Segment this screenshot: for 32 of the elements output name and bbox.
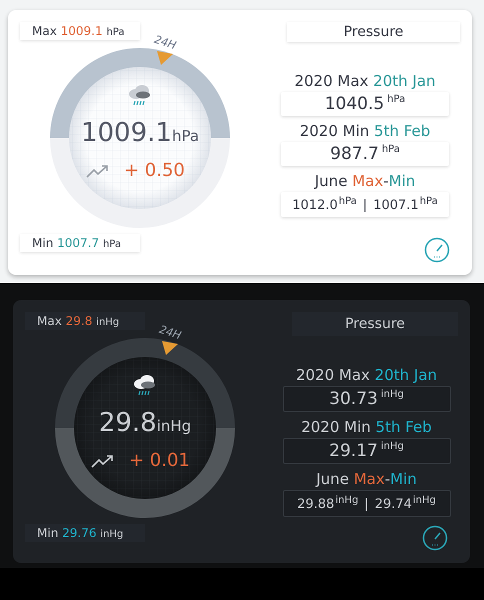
record-heading: 2020 Min 5th Feb	[300, 122, 430, 140]
max-reading: Max 1009.1 hPa	[20, 22, 140, 40]
pressure-change: + 0.50	[124, 160, 185, 181]
record-value: 1012.0$^{hPa}$ | 1007.1$^{hPa}$	[281, 192, 449, 218]
record-value: 987.7 $^{hPa}$	[281, 142, 449, 166]
record-heading: 2020 Min 5th Feb	[301, 418, 432, 436]
record-heading: 2020 Max 20th Jan	[296, 366, 438, 384]
trend-up-icon	[91, 454, 115, 468]
trend-up-icon	[86, 164, 110, 178]
min-reading: Min 29.76 inHg	[25, 524, 145, 542]
separator-text: |	[364, 497, 369, 512]
ring-label: 24H	[158, 322, 183, 342]
record-value: 29.17 $^{inHg}$	[282, 438, 450, 464]
rain-cloud-icon	[127, 84, 153, 108]
record-heading: June Max-Min	[316, 470, 417, 488]
current-pressure: 29.8inHg	[98, 408, 192, 438]
min-reading: Min 1007.7 hPa	[20, 234, 140, 252]
separator-text: |	[362, 198, 368, 214]
panel-title: Pressure	[292, 312, 458, 336]
ring-label: 24H	[152, 32, 178, 52]
speedometer-icon	[424, 237, 450, 263]
pressure-change: + 0.01	[129, 450, 190, 471]
rain-cloud-icon	[132, 374, 158, 398]
max-reading: Max 29.8 inHg	[25, 312, 145, 330]
record-value: 30.73 $^{inHg}$	[282, 386, 450, 412]
speedometer-icon	[422, 525, 448, 551]
record-heading: June Max-Min	[314, 172, 416, 190]
current-pressure: 1009.1 hPa	[80, 118, 200, 148]
record-value: 1040.5 $^{hPa}$	[281, 92, 449, 116]
panel-title: Pressure	[287, 22, 460, 42]
record-heading: 2020 Max 20th Jan	[294, 72, 436, 90]
record-value: 29.88$^{inHg}$ | 29.74$^{inHg}$	[282, 490, 450, 518]
